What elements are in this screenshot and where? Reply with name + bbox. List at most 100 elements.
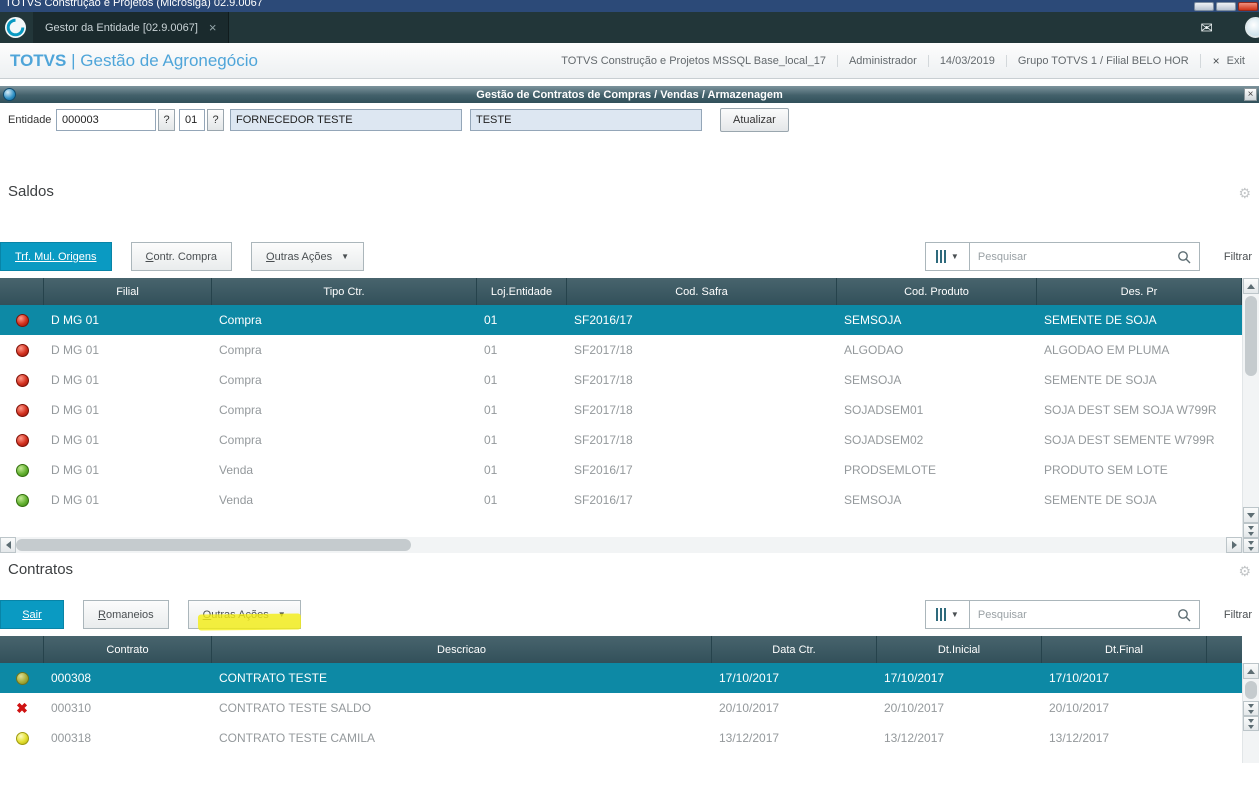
saldos-table-row[interactable]: D MG 01 Compra 01 SF2017/18 SOJADSEM01 S… <box>0 395 1242 425</box>
cell-filial: D MG 01 <box>51 493 100 507</box>
saldos-table-row[interactable]: D MG 01 Compra 01 SF2017/18 ALGODAO ALGO… <box>0 335 1242 365</box>
totvs-logo-icon[interactable] <box>5 17 26 38</box>
romaneios-button[interactable]: Romaneios <box>83 600 169 629</box>
column-header-cod-produto[interactable]: Cod. Produto <box>837 278 1037 305</box>
tab-close-icon[interactable]: × <box>209 21 217 34</box>
saldos-table-row[interactable]: D MG 01 Venda 01 SF2016/17 SEMSOJA SEMEN… <box>0 485 1242 515</box>
cell-tipo: Compra <box>219 433 262 447</box>
tab-label: Gestor da Entidade [02.9.0067] <box>45 21 198 34</box>
status-green-icon <box>15 493 29 507</box>
scroll-track[interactable] <box>1243 294 1259 507</box>
contratos-outras-acoes-button[interactable]: Outras Ações ▼ <box>187 600 301 629</box>
column-header-status[interactable] <box>0 278 44 305</box>
saldos-search-input[interactable] <box>977 250 1177 263</box>
column-header-dt-final[interactable]: Dt.Final <box>1042 636 1207 663</box>
contratos-filter-link[interactable]: Filtrar <box>1224 609 1252 621</box>
trf-mul-origens-label: Trf. Mul. Origens <box>15 250 97 263</box>
column-header-data-ctr[interactable]: Data Ctr. <box>712 636 877 663</box>
exit-x-icon: × <box>1212 53 1220 68</box>
column-header-des-produto[interactable]: Des. Pr <box>1037 278 1242 305</box>
contratos-search-input[interactable] <box>977 608 1177 621</box>
contratos-settings-gear-icon[interactable]: ⚙ <box>1238 563 1251 580</box>
column-header-cod-safra[interactable]: Cod. Safra <box>567 278 837 305</box>
cell-safra: SF2017/18 <box>574 403 633 417</box>
scroll-thumb[interactable] <box>1245 681 1257 699</box>
saldos-settings-gear-icon[interactable]: ⚙ <box>1238 185 1251 202</box>
column-header-contrato[interactable]: Contrato <box>44 636 212 663</box>
contratos-table-row[interactable]: 000318 CONTRATO TESTE CAMILA 13/12/2017 … <box>0 723 1242 753</box>
saldos-table-row[interactable]: D MG 01 Venda 01 SF2016/17 PRODSEMLOTE P… <box>0 455 1242 485</box>
panel-title: Gestão de Contratos de Compras / Vendas … <box>476 88 783 101</box>
saldos-searchbox <box>969 242 1200 271</box>
scroll-left-button[interactable] <box>0 537 16 553</box>
scroll-track[interactable] <box>16 537 1226 553</box>
tab-bar: Gestor da Entidade [02.9.0067] × ✉ <box>0 12 1259 43</box>
scroll-up-button[interactable] <box>1243 278 1259 294</box>
jump-end-button[interactable] <box>1243 716 1259 731</box>
saldos-column-picker-button[interactable]: ▼ <box>924 242 970 271</box>
cell-dt-final: 13/12/2017 <box>1049 731 1110 745</box>
scroll-down-button[interactable] <box>1243 507 1259 523</box>
contratos-outras-acoes-label: Outras Ações <box>202 608 269 621</box>
saldos-outras-acoes-button[interactable]: Outras Ações ▼ <box>251 242 365 271</box>
maximize-button[interactable] <box>1216 2 1236 11</box>
contratos-table-row[interactable]: ✖ 000310 CONTRATO TESTE SALDO 20/10/2017… <box>0 693 1242 723</box>
entity-store-input[interactable] <box>179 109 205 131</box>
cell-descricao: CONTRATO TESTE CAMILA <box>219 731 376 745</box>
mail-icon[interactable]: ✉ <box>1200 19 1213 37</box>
page-down-button[interactable] <box>1243 523 1259 538</box>
saldos-section-title: Saldos <box>8 183 54 200</box>
column-header-status[interactable] <box>0 636 44 663</box>
scroll-track[interactable] <box>1243 679 1259 701</box>
cell-filial: D MG 01 <box>51 463 100 477</box>
entity-code-input[interactable] <box>56 109 156 131</box>
column-header-dt-inicial[interactable]: Dt.Inicial <box>877 636 1042 663</box>
scroll-thumb[interactable] <box>16 539 411 551</box>
brand-separator: | <box>71 51 76 70</box>
entity-code-lookup-button[interactable]: ? <box>158 109 175 131</box>
cell-produto: SOJADSEM01 <box>844 403 924 417</box>
cell-loja: 01 <box>484 313 498 327</box>
trf-mul-origens-button[interactable]: Trf. Mul. Origens <box>0 242 112 271</box>
close-button[interactable] <box>1238 2 1258 11</box>
panel-close-icon[interactable]: × <box>1244 88 1257 101</box>
saldos-toolbar-right: ▼ Filtrar <box>924 242 1259 271</box>
entity-shortname-field[interactable] <box>470 109 702 131</box>
contr-compra-button[interactable]: Contr. Compra <box>130 242 233 271</box>
entity-name-field[interactable] <box>230 109 462 131</box>
contratos-table-row[interactable]: 000308 CONTRATO TESTE 17/10/2017 17/10/2… <box>0 663 1242 693</box>
search-icon[interactable] <box>1177 250 1191 264</box>
app-header: TOTVS | Gestão de Agronegócio TOTVS Cons… <box>0 43 1259 79</box>
contr-compra-label: Contr. Compra <box>145 250 218 263</box>
tab-gestor-da-entidade[interactable]: Gestor da Entidade [02.9.0067] × <box>33 12 230 43</box>
saldos-table-row[interactable]: D MG 01 Compra 01 SF2017/18 SOJADSEM02 S… <box>0 425 1242 455</box>
brand-totvs: TOTVS <box>10 51 67 70</box>
saldos-table-row[interactable]: D MG 01 Compra 01 SF2017/18 SEMSOJA SEME… <box>0 365 1242 395</box>
saldos-filter-link[interactable]: Filtrar <box>1224 251 1252 263</box>
scroll-thumb[interactable] <box>1245 296 1257 376</box>
column-header-loj-entidade[interactable]: Loj.Entidade <box>477 278 567 305</box>
cell-dt-final: 20/10/2017 <box>1049 701 1110 715</box>
application-window: TOTVS Construção e Projetos (Microsiga) … <box>0 0 1259 803</box>
refresh-button[interactable]: Atualizar <box>720 108 789 132</box>
sair-button[interactable]: Sair <box>0 600 64 629</box>
column-header-filial[interactable]: Filial <box>44 278 212 305</box>
exit-button[interactable]: × Exit <box>1199 53 1253 68</box>
cell-dt-inicial: 20/10/2017 <box>884 701 945 715</box>
help-circle-icon[interactable] <box>1245 17 1259 38</box>
column-header-descricao[interactable]: Descricao <box>212 636 712 663</box>
entity-store-lookup-button[interactable]: ? <box>207 109 224 131</box>
saldos-table-row[interactable]: D MG 01 Compra 01 SF2016/17 SEMSOJA SEME… <box>0 305 1242 335</box>
chevron-down-icon: ▼ <box>950 609 959 619</box>
romaneios-label: Romaneios <box>98 608 154 621</box>
jump-end-button[interactable] <box>1243 538 1259 553</box>
page-down-button[interactable] <box>1243 701 1259 716</box>
column-header-tipo-ctr[interactable]: Tipo Ctr. <box>212 278 477 305</box>
minimize-button[interactable] <box>1194 2 1214 11</box>
search-icon[interactable] <box>1177 608 1191 622</box>
scroll-right-button[interactable] <box>1226 537 1242 553</box>
cell-tipo: Compra <box>219 373 262 387</box>
contratos-column-picker-button[interactable]: ▼ <box>924 600 970 629</box>
scroll-up-button[interactable] <box>1243 663 1259 679</box>
scroll-track[interactable] <box>1243 731 1259 763</box>
